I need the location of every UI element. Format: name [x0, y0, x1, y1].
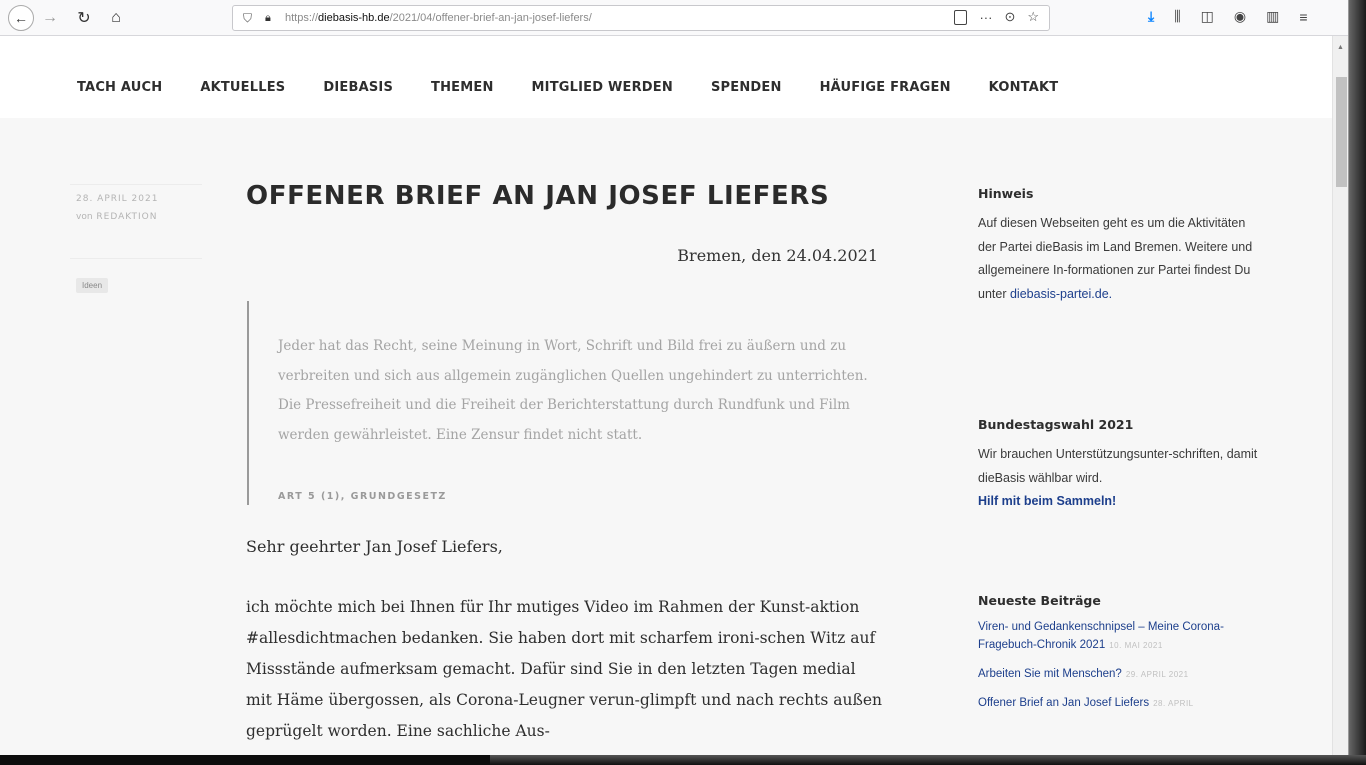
tracking-shield-icon[interactable]: ⛉ [243, 11, 257, 26]
blockquote: Jeder hat das Recht, seine Meinung in Wo… [247, 301, 887, 505]
nav-item-haeufige-fragen[interactable]: HÄUFIGE FRAGEN [820, 80, 951, 95]
post-link[interactable]: Arbeiten Sie mit Menschen? [978, 668, 1122, 680]
meta-divider [70, 184, 202, 185]
window-shadow [0, 755, 490, 765]
window-shadow [1349, 0, 1366, 765]
nav-item-kontakt[interactable]: KONTAKT [989, 80, 1059, 95]
toolbar-right: ⤓ ⫼ ◫ ◉ ▥ ≡ [1148, 8, 1308, 25]
extensions-icon[interactable]: ▥ [1266, 8, 1279, 25]
browser-toolbar: ← → ↻ ⌂ ⛉ 🔒︎ https://diebasis-hb.de/2021… [0, 0, 1348, 36]
pocket-icon[interactable]: ⊙ [1004, 9, 1015, 25]
sammeln-link[interactable]: Hilf mit beim Sammeln! [978, 494, 1116, 508]
reader-view-icon[interactable] [954, 9, 968, 25]
browser-window: ← → ↻ ⌂ ⛉ 🔒︎ https://diebasis-hb.de/2021… [0, 0, 1349, 755]
nav-item-aktuelles[interactable]: AKTUELLES [200, 80, 285, 95]
diebasis-partei-link[interactable]: diebasis-partei.de. [1010, 287, 1112, 301]
url-text[interactable]: https://diebasis-hb.de/2021/04/offener-b… [285, 12, 592, 24]
quote-citation: ART 5 (1), GRUNDGESETZ [278, 491, 447, 502]
address-bar[interactable]: ⛉ 🔒︎ https://diebasis-hb.de/2021/04/offe… [232, 5, 1050, 31]
forward-icon[interactable]: → [38, 6, 62, 30]
sidebar-icon[interactable]: ◫ [1201, 8, 1214, 25]
post-author: von REDAKTION [76, 212, 158, 222]
widget-title: Bundestagswahl 2021 [978, 417, 1134, 432]
nav-item-tach-auch[interactable]: TACH AUCH [77, 80, 162, 95]
article-title: OFFENER BRIEF AN JAN JOSEF LIEFERS [246, 181, 830, 211]
recent-posts-list: Viren- und Gedankenschnipsel – Meine Cor… [978, 618, 1268, 713]
list-item: Viren- und Gedankenschnipsel – Meine Cor… [978, 618, 1228, 655]
widget-bundestagswahl: Bundestagswahl 2021 Wir brauchen Unterst… [978, 417, 1268, 514]
meta-divider [70, 258, 202, 259]
list-item: Offener Brief an Jan Josef Liefers 28. AP… [978, 694, 1228, 713]
page-scrollbar[interactable]: ▲ [1332, 36, 1348, 755]
home-icon[interactable]: ⌂ [104, 6, 128, 30]
post-link[interactable]: Offener Brief an Jan Josef Liefers [978, 697, 1149, 709]
widget-text: Wir brauchen Unterstützungsunter-schrift… [978, 447, 1258, 508]
letter-body: ich möchte mich bei Ihnen für Ihr mutige… [246, 598, 882, 740]
scroll-thumb[interactable] [1336, 77, 1347, 187]
author-link[interactable]: REDAKTION [96, 212, 157, 222]
widget-text: Auf diesen Webseiten geht es um die Akti… [978, 216, 1253, 301]
post-link[interactable]: Viren- und Gedankenschnipsel – Meine Cor… [978, 621, 1224, 651]
page-actions-icon[interactable]: ··· [979, 10, 992, 25]
url-actions: ··· ⊙ ☆ [954, 9, 1039, 25]
widget-title: Neueste Beiträge [978, 593, 1101, 608]
author-prefix: von [76, 212, 93, 222]
site-navigation: TACH AUCH AKTUELLES DIEBASIS THEMEN MITG… [0, 36, 1332, 118]
post-date: 10. MAI 2021 [1109, 641, 1163, 650]
post-date: 28. APRIL 2021 [76, 194, 159, 204]
letter-salutation: Sehr geehrter Jan Josef Liefers, [246, 537, 503, 556]
lock-icon[interactable]: 🔒︎ [265, 12, 277, 25]
nav-item-themen[interactable]: THEMEN [431, 80, 494, 95]
post-meta: 28. APRIL 2021 von REDAKTION [76, 194, 158, 222]
library-icon[interactable]: ⫼ [1174, 8, 1180, 25]
widget-title: Hinweis [978, 186, 1034, 201]
menu-icon[interactable]: ≡ [1299, 9, 1307, 25]
scroll-up-icon[interactable]: ▲ [1337, 44, 1344, 51]
nav-item-spenden[interactable]: SPENDEN [711, 80, 782, 95]
widget-recent-posts: Neueste Beiträge Viren- und Gedankenschn… [978, 593, 1268, 713]
list-item: Arbeiten Sie mit Menschen? 29. APRIL 2021 [978, 665, 1228, 684]
back-icon[interactable]: ← [8, 4, 34, 31]
post-date: 28. APRIL [1153, 699, 1194, 708]
download-icon[interactable]: ⤓ [1148, 8, 1154, 25]
article-dateline: Bremen, den 24.04.2021 [677, 246, 878, 265]
post-date: 29. APRIL 2021 [1125, 670, 1189, 679]
widget-hinweis: Hinweis Auf diesen Webseiten geht es um … [978, 186, 1268, 306]
reload-icon[interactable]: ↻ [72, 6, 96, 30]
nav-item-diebasis[interactable]: DIEBASIS [323, 80, 393, 95]
nav-item-mitglied-werden[interactable]: MITGLIED WERDEN [532, 80, 673, 95]
account-icon[interactable]: ◉ [1234, 8, 1246, 25]
post-tag[interactable]: Ideen [76, 278, 109, 293]
bookmark-star-icon[interactable]: ☆ [1027, 9, 1039, 25]
quote-text: Jeder hat das Recht, seine Meinung in Wo… [278, 338, 868, 443]
